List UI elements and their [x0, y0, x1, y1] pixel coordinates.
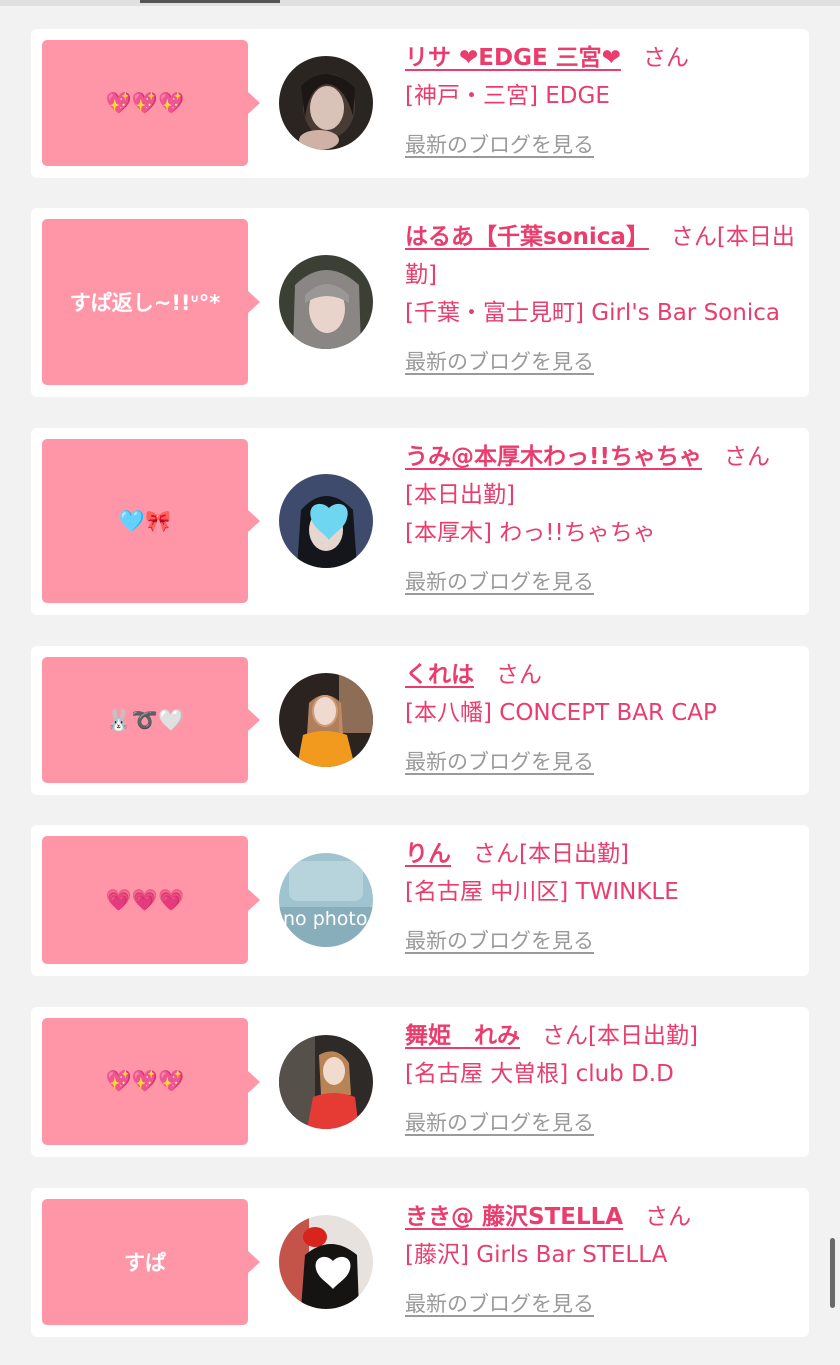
shop-location: [名古屋 大曽根] club D.D: [405, 1061, 674, 1087]
avatar[interactable]: [279, 255, 373, 349]
honorific: さん: [496, 662, 542, 688]
entry-info: くれは さん [本八幡] CONCEPT BAR CAP 最新のブログを見る: [405, 656, 797, 781]
girl-name-link[interactable]: りん: [405, 841, 451, 867]
comment-bubble: 🩵🎀: [42, 439, 260, 603]
avatar[interactable]: [279, 1215, 373, 1309]
latest-blog-link[interactable]: 最新のブログを見る: [405, 743, 594, 781]
attendance-status: [本日出勤]: [519, 841, 629, 867]
comment-text: 💗💗💗: [105, 887, 185, 912]
entry-info: きき@ 藤沢STELLA さん [藤沢] Girls Bar STELLA 最新の…: [405, 1198, 797, 1323]
comment-text: 💖💖💖: [105, 90, 185, 115]
avatar[interactable]: [279, 474, 373, 568]
shop-location: [藤沢] Girls Bar STELLA: [405, 1242, 668, 1268]
latest-blog-link[interactable]: 最新のブログを見る: [405, 1104, 594, 1142]
list-item: 🩵🎀 うみ@本厚木わっ!!ちゃちゃ さん [本日出勤] [本厚木] わっ!!ちゃち…: [31, 428, 809, 615]
latest-blog-link[interactable]: 最新のブログを見る: [405, 343, 594, 381]
girl-name-link[interactable]: くれは: [405, 662, 474, 688]
entry-info: りん さん[本日出勤] [名古屋 中川区] TWINKLE 最新のブログを見る: [405, 835, 797, 960]
shop-location: [千葉・富士見町] Girl's Bar Sonica: [405, 300, 780, 326]
shop-location: [本八幡] CONCEPT BAR CAP: [405, 700, 717, 726]
comment-text: 🩵🎀: [118, 508, 172, 533]
honorific: さん: [723, 444, 770, 470]
avatar[interactable]: [279, 56, 373, 150]
shop-location: [本厚木] わっ!!ちゃちゃ: [405, 520, 656, 546]
shop-location: [名古屋 中川区] TWINKLE: [405, 879, 679, 905]
latest-blog-link[interactable]: 最新のブログを見る: [405, 922, 594, 960]
latest-blog-link[interactable]: 最新のブログを見る: [405, 1285, 594, 1323]
girl-name-link[interactable]: はるあ【千葉sonica】: [405, 224, 649, 250]
top-scroll-track: [0, 0, 840, 6]
avatar[interactable]: no photo: [279, 853, 373, 947]
girl-name-link[interactable]: うみ@本厚木わっ!!ちゃちゃ: [405, 444, 702, 470]
comment-bubble: 🐰➰🤍: [42, 657, 260, 783]
attendance-status: [本日出勤]: [588, 1023, 698, 1049]
comment-bubble: 💗💗💗: [42, 836, 260, 964]
avatar[interactable]: [279, 1035, 373, 1129]
comment-text: 🐰➰🤍: [105, 707, 185, 732]
comment-bubble: すぱ: [42, 1199, 260, 1325]
comment-text: すぱ返し~!!ᐡ°*: [69, 291, 221, 315]
shop-location: [神戸・三宮] EDGE: [405, 83, 610, 109]
comment-bubble: すぱ返し~!!ᐡ°*: [42, 219, 260, 385]
list-item: 💖💖💖 リサ ❤︎EDGE 三宮❤︎ さん [神戸・三宮] EDGE 最新のブログ…: [31, 29, 809, 178]
attendance-status: [本日出勤]: [405, 482, 515, 508]
girl-name-link[interactable]: 舞姫 れみ: [405, 1023, 520, 1049]
girl-name-link[interactable]: きき@ 藤沢STELLA: [405, 1204, 623, 1230]
latest-blog-link[interactable]: 最新のブログを見る: [405, 563, 594, 601]
entry-info: 舞姫 れみ さん[本日出勤] [名古屋 大曽根] club D.D 最新のブログを…: [405, 1017, 797, 1142]
list-item: すぱ返し~!!ᐡ°* はるあ【千葉sonica】 さん[本日出勤] [千葉・富士見…: [31, 208, 809, 397]
comment-bubble: 💖💖💖: [42, 1018, 260, 1145]
entry-info: うみ@本厚木わっ!!ちゃちゃ さん [本日出勤] [本厚木] わっ!!ちゃちゃ 最…: [405, 438, 797, 601]
comment-text: 💖💖💖: [105, 1069, 185, 1093]
list-item: 💗💗💗 no photo りん さん[本日出勤] [名古屋 中川区] TWINKL…: [31, 825, 809, 976]
list-item: すぱ きき@ 藤沢STELLA さん [藤沢] Girls Bar STELLA …: [31, 1188, 809, 1337]
no-photo-label: no photo: [283, 908, 368, 930]
honorific: さん: [542, 1023, 588, 1049]
list-item: 💖💖💖 舞姫 れみ さん[本日出勤] [名古屋 大曽根] club D.D 最新の…: [31, 1007, 809, 1157]
entry-info: はるあ【千葉sonica】 さん[本日出勤] [千葉・富士見町] Girl's B…: [405, 218, 797, 381]
latest-blog-link[interactable]: 最新のブログを見る: [405, 126, 594, 164]
girl-name-link[interactable]: リサ ❤︎EDGE 三宮❤︎: [405, 45, 621, 71]
comment-text: すぱ: [124, 1251, 166, 1275]
honorific: さん: [645, 1204, 692, 1230]
honorific: さん: [642, 45, 689, 71]
honorific: さん: [670, 224, 717, 250]
comment-bubble: 💖💖💖: [42, 40, 260, 166]
list-item: 🐰➰🤍 くれは さん [本八幡] CONCEPT BAR CAP 最新のブログを見…: [31, 646, 809, 795]
page-scrollbar[interactable]: [830, 1238, 835, 1308]
entry-info: リサ ❤︎EDGE 三宮❤︎ さん [神戸・三宮] EDGE 最新のブログを見る: [405, 39, 797, 164]
honorific: さん: [473, 841, 519, 867]
avatar[interactable]: [279, 673, 373, 767]
top-scroll-indicator: [140, 0, 280, 3]
